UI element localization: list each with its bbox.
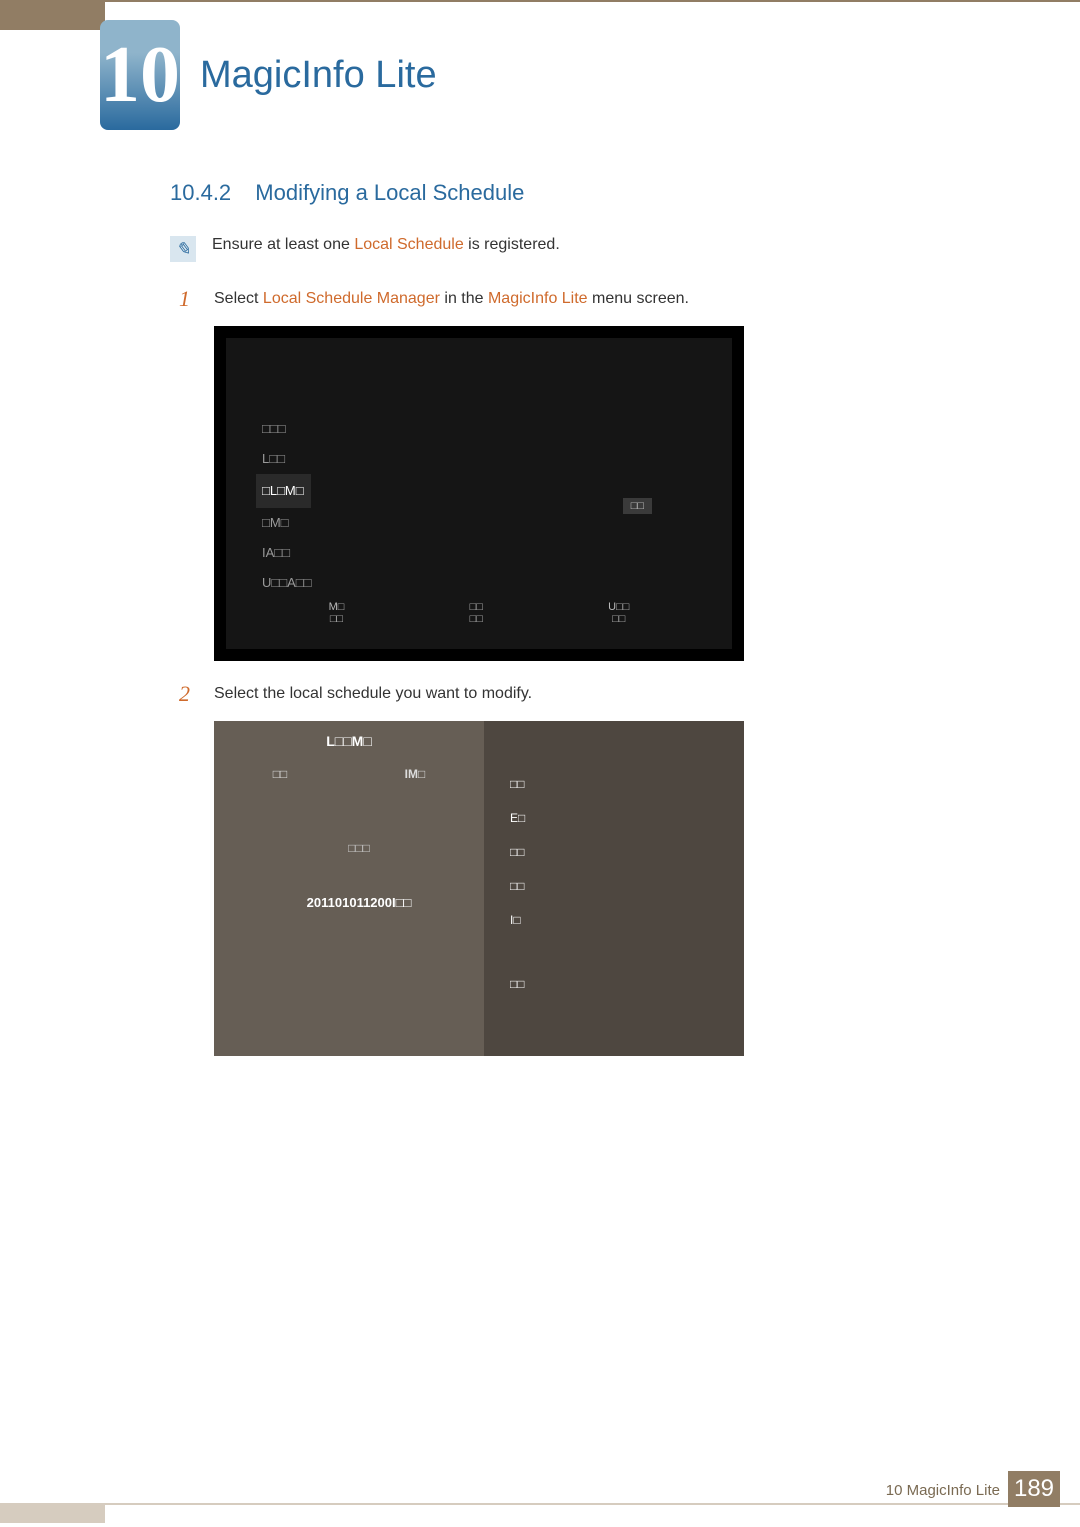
content-area: 10.4.2 Modifying a Local Schedule ✎ Ensu… <box>170 180 980 1076</box>
list-item: □□ <box>504 767 724 801</box>
note-emphasis: Local Schedule <box>354 236 463 253</box>
schedule-item: □□□ 201101011200I□□ <box>264 841 454 910</box>
schedule-action-list: □□ E□ □□ □□ I□ □□ <box>504 767 724 1001</box>
footer-chapter: 10 MagicInfo Lite <box>886 1482 1000 1499</box>
section-number: 10.4.2 <box>170 180 231 205</box>
menu-item: □M□ <box>262 508 311 538</box>
right-badge: □□ <box>623 498 652 514</box>
step-2: 2 Select the local schedule you want to … <box>170 681 980 707</box>
schedule-left-panel: L□□M□ □□ IM□ □□□ 201101011200I□□ <box>214 721 484 1056</box>
chapter-title: MagicInfo Lite <box>200 54 437 97</box>
step-number: 1 <box>170 286 190 312</box>
section-heading: 10.4.2 Modifying a Local Schedule <box>170 180 980 206</box>
schedule-item-name: 201101011200I□□ <box>264 895 454 910</box>
page-number: 189 <box>1014 1475 1054 1503</box>
schedule-item-label: □□□ <box>264 841 454 855</box>
step-number: 2 <box>170 681 190 707</box>
list-item: I□ <box>504 903 724 937</box>
list-item: □□ <box>504 835 724 869</box>
panel-tabs: □□ IM□ <box>214 767 484 781</box>
note-icon: ✎ <box>170 236 196 262</box>
tab: □□ <box>273 767 288 781</box>
section-title: Modifying a Local Schedule <box>255 180 524 205</box>
menu-item: □□□ <box>262 414 311 444</box>
panel-title: L□□M□ <box>214 733 484 749</box>
step-text: Select Local Schedule Manager in the Mag… <box>214 286 689 308</box>
screenshot-schedule-manager: L□□M□ □□ IM□ □□□ 201101011200I□□ □□ E□ □… <box>214 721 744 1056</box>
legend-col: M□ □□ <box>329 601 345 625</box>
step-text: Select the local schedule you want to mo… <box>214 681 532 703</box>
screenshot-inner: □□□ L□□ □L□M□ □M□ IA□□ U□□A□□ □□ M□ □□ □… <box>226 338 732 649</box>
chapter-header: 10 MagicInfo Lite <box>100 20 437 130</box>
menu-item: U□□A□□ <box>262 568 311 598</box>
tab: IM□ <box>405 767 426 781</box>
page-footer: 10 MagicInfo Lite 189 <box>0 1483 1080 1527</box>
legend-col: U□□ □□ <box>608 601 629 625</box>
list-item: □□ <box>504 967 724 1001</box>
screenshot-menu-screen: □□□ L□□ □L□M□ □M□ IA□□ U□□A□□ □□ M□ □□ □… <box>214 326 744 661</box>
note-row: ✎ Ensure at least one Local Schedule is … <box>170 236 980 262</box>
list-item: E□ <box>504 801 724 835</box>
menu-item-selected: □L□M□ <box>256 474 311 508</box>
menu-item: L□□ <box>262 444 311 474</box>
menu-list: □□□ L□□ □L□M□ □M□ IA□□ U□□A□□ <box>262 414 311 598</box>
page-number-box: 189 <box>1008 1471 1060 1507</box>
chapter-number: 10 <box>100 35 180 115</box>
note-text: Ensure at least one Local Schedule is re… <box>212 236 560 254</box>
chapter-number-box: 10 <box>100 20 180 130</box>
list-item: □□ <box>504 869 724 903</box>
bottom-legend: M□ □□ □□ □□ U□□ □□ <box>266 601 692 625</box>
footer-rule <box>105 1503 1080 1505</box>
step-1: 1 Select Local Schedule Manager in the M… <box>170 286 980 312</box>
legend-col: □□ □□ <box>470 601 483 625</box>
menu-item: IA□□ <box>262 538 311 568</box>
